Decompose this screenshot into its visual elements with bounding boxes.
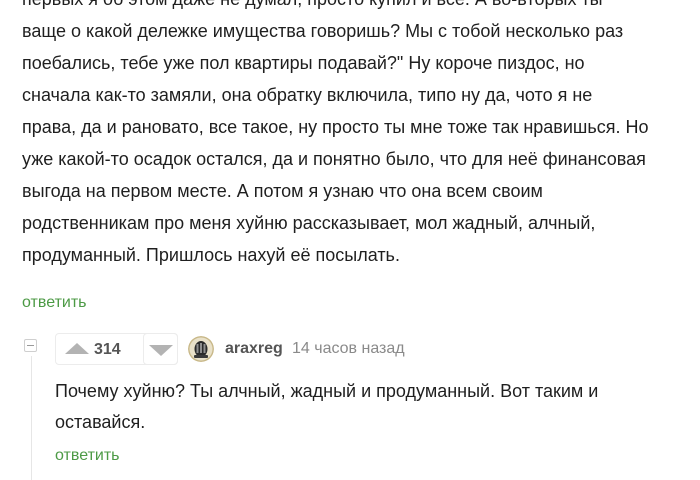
comment-text-line: Почему хуйню? Ты алчный, жадный и продум… [55, 381, 599, 401]
child-reply-link[interactable]: ответить [55, 446, 120, 466]
comment-text-line: поебались, тебе уже пол квартиры подавай… [22, 53, 585, 73]
user-avatar-icon [188, 336, 214, 362]
comment-timestamp[interactable]: 14 часов назад [292, 339, 405, 359]
vote-down-button[interactable] [143, 333, 178, 365]
author-name[interactable]: araxreg [225, 339, 283, 359]
comment-text-line: выгода на первом месте. А потом я узнаю … [22, 181, 543, 201]
comment-text-line: продуманный. Пришлось нахуй её посылать. [22, 245, 400, 265]
child-comment: 314 araxreg 14 часов назад Почему хуйню?… [55, 333, 695, 464]
comment-text-line: сначала как-то замяли, она обратку включ… [22, 85, 593, 105]
comment-text-line: родственникам про меня хуйню рассказывае… [22, 213, 596, 233]
comment-text-line: первых я об этом даже не думал, просто к… [22, 0, 682, 15]
collapse-thread-icon[interactable] [24, 339, 37, 352]
comment-text-line: права, да и рановато, все такое, ну прос… [22, 117, 649, 137]
avatar[interactable] [188, 336, 214, 362]
parent-comment-body: первых я об этом даже не думал, просто к… [22, 0, 682, 271]
comment-text-line: ваще о какой дележке имущества говоришь?… [22, 21, 624, 41]
thread-branch-line[interactable] [31, 356, 32, 480]
comment-text-line: оставайся. [55, 412, 146, 432]
vote-up-icon[interactable] [65, 343, 89, 354]
child-comment-body: Почему хуйню? Ты алчный, жадный и продум… [55, 376, 695, 438]
rating-value: 314 [94, 341, 121, 358]
comment-text-line: уже какой-то осадок остался, да и понятн… [22, 149, 646, 169]
comment-header: 314 araxreg 14 часов назад [55, 333, 695, 367]
parent-comment: первых я об этом даже не думал, просто к… [22, 0, 682, 271]
comments-page: первых я об этом даже не думал, просто к… [0, 0, 700, 480]
vote-down-icon[interactable] [149, 345, 173, 356]
parent-reply-link[interactable]: ответить [22, 293, 87, 313]
